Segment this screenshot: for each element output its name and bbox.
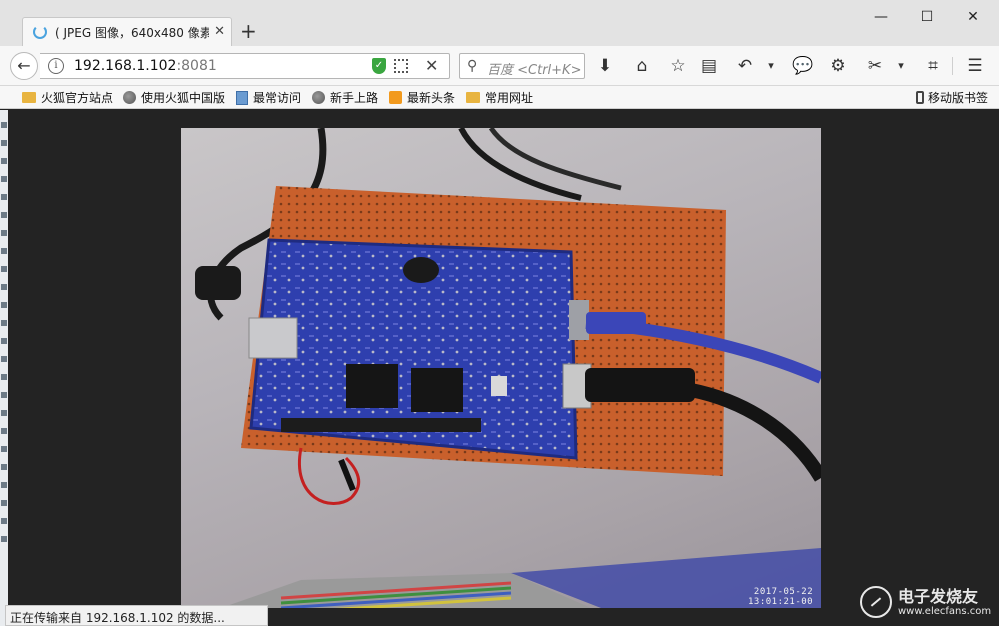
- bookmark-star-icon[interactable]: ☆: [667, 55, 689, 77]
- mobile-bookmarks[interactable]: 移动版书签: [916, 89, 988, 106]
- watermark: 电子发烧友 www.elecfans.com: [860, 586, 991, 618]
- history-dropdown-icon[interactable]: ▾: [760, 55, 782, 77]
- search-placeholder: 百度 <Ctrl+K>: [487, 63, 582, 78]
- watermark-en: www.elecfans.com: [898, 605, 992, 617]
- status-bar: 正在传输来自 192.168.1.102 的数据...: [5, 605, 268, 626]
- bookmark-label: 使用火狐中国版: [141, 91, 226, 105]
- bookmark-common-sites[interactable]: 常用网址: [466, 89, 533, 106]
- globe-icon: [123, 91, 136, 104]
- bookmark-label: 常用网址: [485, 91, 534, 105]
- watermark-cn: 电子发烧友: [898, 586, 979, 606]
- extension-icon[interactable]: ⚙: [827, 55, 849, 77]
- screenshot-icon[interactable]: ✂: [864, 55, 886, 77]
- timestamp-date: 2017-05-22: [753, 587, 814, 597]
- url-host: 192.168.1.102: [74, 58, 177, 74]
- toolbar-divider: [952, 57, 953, 75]
- tab-jpeg-image[interactable]: ( JPEG 图像，640x480 像素) ✕: [22, 17, 232, 46]
- screenshot-dropdown-icon[interactable]: ▾: [890, 55, 912, 77]
- home-icon[interactable]: ⌂: [631, 55, 653, 77]
- new-tab-button[interactable]: +: [240, 20, 257, 42]
- bookmark-firefox-official[interactable]: 火狐官方站点: [22, 89, 113, 106]
- qr-code-icon[interactable]: [394, 59, 408, 73]
- history-back-icon[interactable]: ↶: [734, 55, 756, 77]
- navigation-bar: ← i 192.168.1.102:8081 ✓ ✕ ⚲ 百度 <Ctrl+K>…: [0, 46, 999, 86]
- url-text: 192.168.1.102:8081: [74, 58, 217, 74]
- circuit-board-photo: [195, 128, 821, 608]
- download-icon[interactable]: ⬇: [594, 55, 616, 77]
- search-bar[interactable]: ⚲ 百度 <Ctrl+K>: [459, 53, 585, 79]
- menu-icon[interactable]: ☰: [964, 55, 986, 77]
- close-window-button[interactable]: ✕: [959, 6, 987, 28]
- url-port: :8081: [176, 58, 217, 74]
- security-shield-icon[interactable]: ✓: [372, 58, 386, 74]
- jpeg-image[interactable]: 2017-05-22 13:01:21-00: [181, 128, 821, 608]
- title-bar: ( JPEG 图像，640x480 像素) ✕ + — ☐ ✕: [0, 0, 999, 46]
- mobile-phone-icon: [916, 91, 924, 104]
- bookmark-label: 最新头条: [407, 91, 456, 105]
- rss-icon: [389, 91, 402, 104]
- bookmark-label: 火狐官方站点: [41, 91, 114, 105]
- site-info-icon[interactable]: i: [48, 58, 64, 74]
- loading-spinner-icon: [33, 25, 47, 39]
- chat-icon[interactable]: 💬: [792, 55, 814, 77]
- bookmark-getting-started[interactable]: 新手上路: [312, 89, 378, 106]
- bookmark-latest-headlines[interactable]: 最新头条: [389, 89, 455, 106]
- bookmark-most-visited[interactable]: 最常访问: [236, 89, 301, 106]
- image-timestamp: 2017-05-22 13:01:21-00: [748, 587, 813, 607]
- globe-icon: [312, 91, 325, 104]
- bookmark-label: 新手上路: [330, 91, 379, 105]
- maximize-button[interactable]: ☐: [913, 6, 941, 28]
- stop-loading-icon[interactable]: ✕: [425, 56, 438, 75]
- mobile-bookmarks-label: 移动版书签: [928, 91, 989, 105]
- url-bar[interactable]: i 192.168.1.102:8081 ✓ ✕: [40, 53, 450, 79]
- timestamp-time: 13:01:21-00: [748, 597, 814, 607]
- crop-icon[interactable]: ⌗: [922, 55, 944, 77]
- search-icon: ⚲: [467, 58, 478, 74]
- bookmarks-bar: 火狐官方站点 使用火狐中国版 最常访问 新手上路 最新头条 常用网址 移动版书签: [0, 86, 999, 109]
- bookmark-label: 最常访问: [253, 91, 302, 105]
- page-icon: [236, 90, 248, 105]
- folder-icon: [466, 92, 480, 103]
- background-window-edge: [0, 110, 8, 626]
- folder-icon: [22, 92, 36, 103]
- minimize-button[interactable]: —: [867, 6, 895, 28]
- tab-title: ( JPEG 图像，640x480 像素): [55, 25, 209, 40]
- bookmark-firefox-china[interactable]: 使用火狐中国版: [123, 89, 225, 106]
- back-button[interactable]: ←: [10, 52, 38, 80]
- reader-icon[interactable]: ▤: [698, 55, 720, 77]
- tab-close-icon[interactable]: ✕: [214, 24, 225, 39]
- elecfans-logo-icon: [860, 586, 892, 618]
